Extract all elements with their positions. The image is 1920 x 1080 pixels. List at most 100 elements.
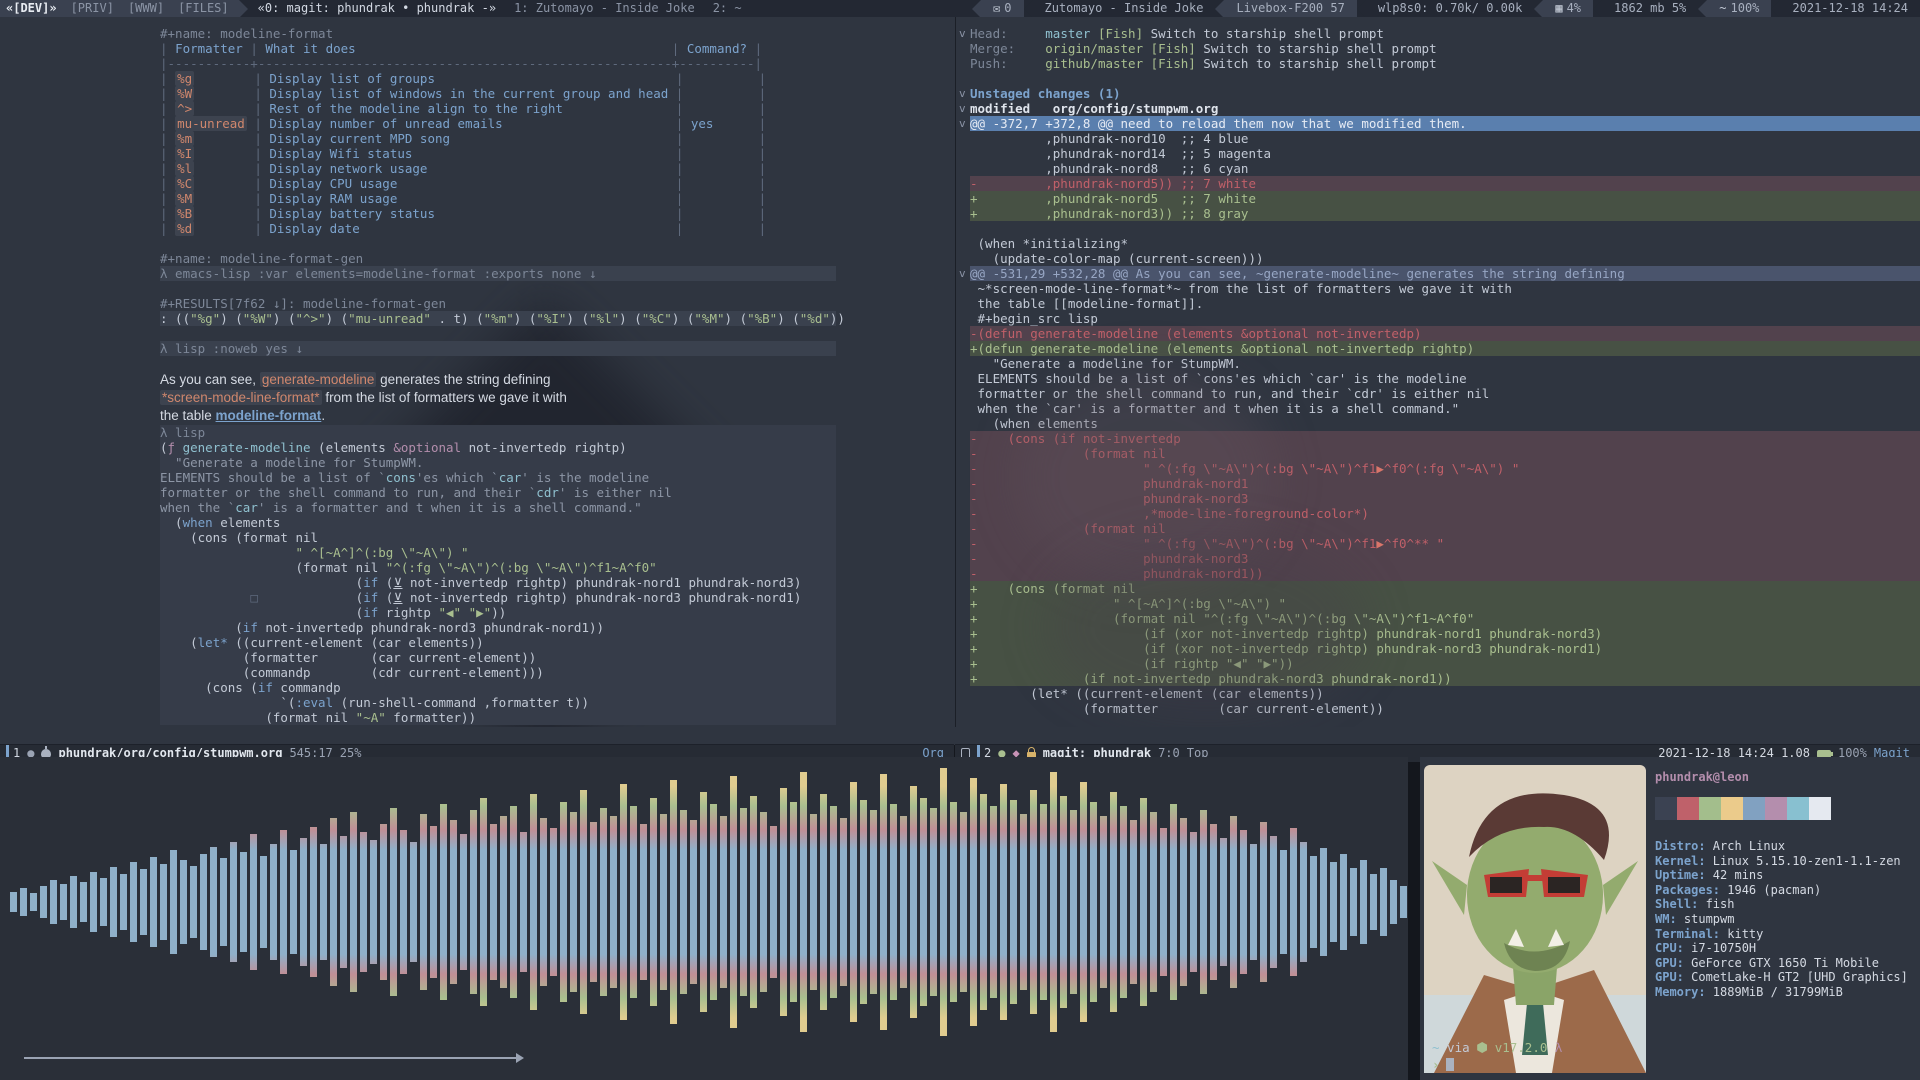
text-segment: . t) ( xyxy=(430,311,484,326)
info-value: GeForce GTX 1650 Ti Mobile xyxy=(1691,955,1879,970)
status-text: Zutomayo - Inside Joke xyxy=(1044,1,1204,15)
magit-line: + ,phundrak-nord5 ;; 7 white xyxy=(970,191,1920,206)
fold-arrow-icon[interactable]: v xyxy=(959,86,966,101)
text-segment: 'es which ` xyxy=(415,470,499,485)
viz-bar xyxy=(180,860,187,944)
text-segment: | xyxy=(758,71,767,86)
org-line: (ƒ generate-modeline (elements &optional… xyxy=(160,440,836,455)
viz-bar xyxy=(260,856,267,948)
group-list: «[DEV]» [PRIV] [WWW] [FILES] xyxy=(0,0,239,17)
fold-arrow-icon[interactable]: v xyxy=(959,101,966,116)
text-segment: cons xyxy=(385,470,416,485)
fold-arrow-icon[interactable]: v xyxy=(959,116,966,131)
viz-bar xyxy=(800,772,807,1032)
fold-arrow-icon[interactable]: v xyxy=(959,26,966,41)
fold-arrow-icon[interactable]: v xyxy=(959,266,966,281)
viz-bar xyxy=(1370,874,1377,930)
group-tag[interactable]: [WWW] xyxy=(128,0,164,17)
org-line: | %B | Display battery status | | xyxy=(160,206,836,221)
viz-bar xyxy=(1210,824,1217,980)
info-value: kitty xyxy=(1727,926,1764,941)
magit-line: v @@ -531,29 +532,28 @@ As you can see, ~… xyxy=(959,266,1920,281)
magit-line: ,phundrak-nord14 ;; 5 magenta xyxy=(970,146,1920,161)
text-segment: let* xyxy=(197,635,228,650)
info-value: 1889MiB / 31799MiB xyxy=(1712,984,1843,999)
status-segment: ✉ 0 xyxy=(981,0,1024,17)
text-segment: | xyxy=(254,146,270,161)
status-segment: wlp8s0: 0.70k/ 0.00k xyxy=(1366,0,1535,17)
text-segment: ) ( xyxy=(619,311,642,326)
text-segment: | xyxy=(160,191,176,206)
org-line: | %d | Display date | | xyxy=(160,221,836,236)
group-tag[interactable]: «[DEV]» xyxy=(6,0,57,17)
text-segment: when xyxy=(182,515,213,530)
status-icon: ~ xyxy=(1719,1,1727,15)
org-line: (formatter (car current-element)) xyxy=(160,650,836,665)
viz-bar xyxy=(1050,772,1057,1032)
text-segment: | xyxy=(675,206,691,221)
viz-bar xyxy=(80,882,87,922)
text-segment xyxy=(194,206,254,221)
viz-bar xyxy=(540,818,547,986)
text-segment: Merge: xyxy=(970,41,1046,56)
text-segment: ELEMENTS should be a list of `cons'es wh… xyxy=(970,371,1467,386)
magit-line: when the `car' is a formatter and t when… xyxy=(970,401,1920,416)
viz-bar xyxy=(530,794,537,1010)
viz-bar xyxy=(490,824,497,980)
text-segment xyxy=(194,176,254,191)
text-segment: | xyxy=(160,176,176,191)
viz-bar xyxy=(1190,832,1197,972)
text-segment: (commandp (cdr current-element))) xyxy=(160,665,544,680)
text-segment: ((current-element (car elements)) xyxy=(227,635,484,650)
text-segment: (let* ((current-element (car elements)) xyxy=(970,686,1324,701)
org-line: | %l | Display network usage | | xyxy=(160,161,836,176)
text-segment: | xyxy=(160,86,176,101)
info-label: WM: xyxy=(1655,911,1684,926)
text-segment: Display date xyxy=(269,221,360,236)
group-tag[interactable]: [FILES] xyxy=(178,0,229,17)
viz-bar xyxy=(880,774,887,1030)
info-label: GPU: xyxy=(1655,955,1692,970)
window-entry[interactable]: 1: Zutomayo - Inside Joke xyxy=(514,0,695,17)
text-segment xyxy=(194,131,254,146)
viz-bar xyxy=(410,842,417,962)
text-segment: | xyxy=(758,146,767,161)
org-line: | %g | Display list of groups | | xyxy=(160,71,836,86)
group-tag[interactable]: [PRIV] xyxy=(71,0,114,17)
status-text: 2021-12-18 14:24 xyxy=(1792,1,1908,15)
viz-bar xyxy=(1100,816,1107,988)
text-segment: | xyxy=(758,206,767,221)
info-row: Uptime: 42 mins xyxy=(1655,868,1908,883)
text-segment: ( xyxy=(257,590,364,605)
viz-bar xyxy=(660,814,667,990)
text-segment: %W xyxy=(175,86,195,101)
org-line: `(:eval (run-shell-command ,formatter t)… xyxy=(160,695,836,710)
window-entry[interactable]: «0: magit: phundrak • phundrak -» xyxy=(258,0,496,17)
status-text: 4% xyxy=(1566,1,1582,15)
text-segment: origin/master [Fish] xyxy=(1045,41,1196,56)
viz-bar xyxy=(1110,792,1117,1012)
text-segment: car xyxy=(235,500,258,515)
text-segment: Display RAM usage xyxy=(269,191,398,206)
text-segment: + (if (xor not-invertedp rightp) phundra… xyxy=(970,626,1603,641)
viz-bar xyxy=(890,804,897,1000)
magit-line: + (if rightp "◀" "▶")) xyxy=(970,656,1920,671)
text-segment: | xyxy=(254,71,270,86)
org-line: #+name: modeline-format-gen xyxy=(160,251,836,266)
viz-bar xyxy=(1060,796,1067,1008)
viz-bar xyxy=(140,869,147,935)
text-segment: @@ -531,29 +532,28 @@ As you can see, ~g… xyxy=(970,266,1625,281)
magit-line: - (cons (if not-invertedp xyxy=(970,431,1920,446)
shell-input-line[interactable]: › xyxy=(1432,1057,1454,1072)
text-segment: #+begin_src lisp xyxy=(970,311,1098,326)
terminal-cursor[interactable] xyxy=(1445,1058,1454,1071)
org-line: | %I | Display Wifi status | | xyxy=(160,146,836,161)
viz-bar xyxy=(1040,804,1047,1000)
text-segment: ~*screen-mode-line-format*~ from the lis… xyxy=(970,281,1512,296)
text-segment: | xyxy=(254,221,270,236)
viz-bar xyxy=(520,832,527,972)
text-segment: ,phundrak-nord8 ;; 6 cyan xyxy=(970,161,1249,176)
text-segment xyxy=(691,191,759,206)
window-entry[interactable]: 2: ~ xyxy=(713,0,742,17)
magit-line: + (format nil "^(:fg \"~A\")^(:bg \"~A\"… xyxy=(970,611,1920,626)
